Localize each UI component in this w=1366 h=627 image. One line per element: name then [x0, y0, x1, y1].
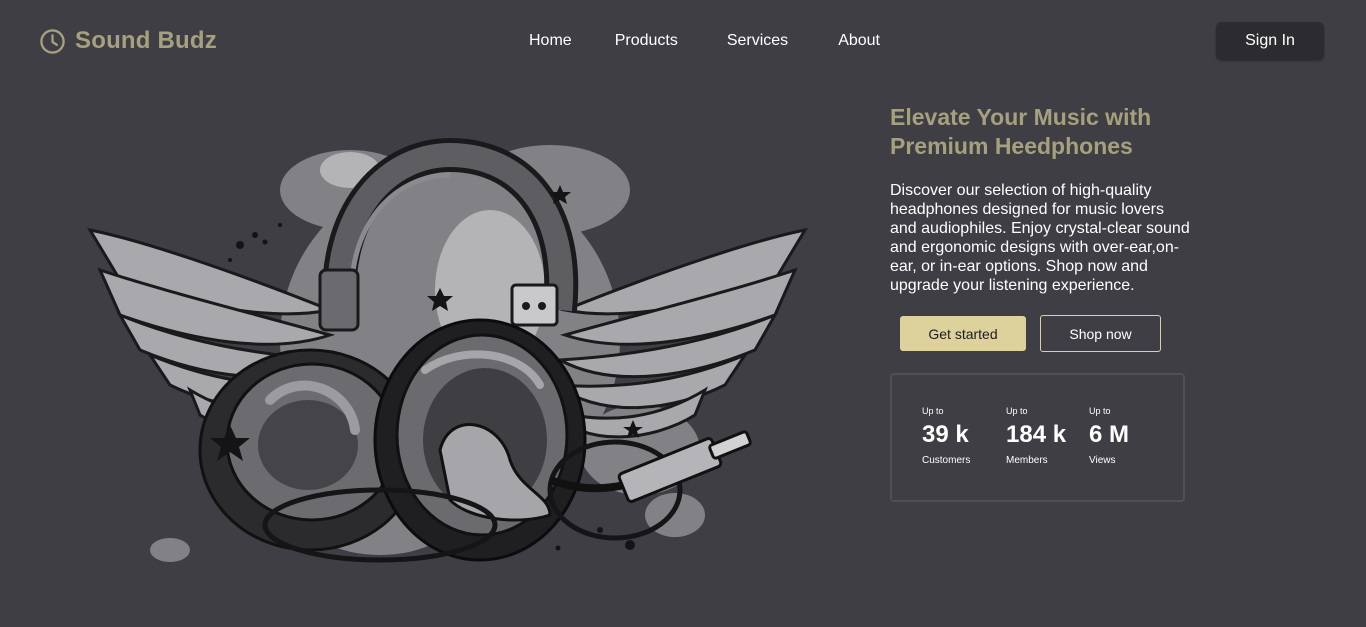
stat-value: 39 k	[922, 421, 969, 448]
nav-services-link[interactable]: Services	[727, 31, 788, 51]
nav-about-link[interactable]: About	[838, 31, 880, 51]
brand-name: Sound Budz	[75, 27, 217, 54]
stat-prefix: Up to	[1089, 406, 1111, 416]
stat-prefix: Up to	[1006, 406, 1028, 416]
clock-icon	[39, 28, 66, 55]
stat-label: Views	[1089, 455, 1116, 466]
stat-customers: Up to 39 k Customers	[922, 406, 970, 467]
hero-headline: Elevate Your Music with Premium Heedphon…	[890, 104, 1152, 159]
stat-label: Members	[1006, 455, 1048, 466]
shop-now-button[interactable]: Shop now	[1040, 315, 1161, 352]
nav-home-link[interactable]: Home	[529, 31, 572, 51]
nav-products-link[interactable]: Products	[615, 31, 678, 51]
stat-prefix: Up to	[922, 406, 944, 416]
main-nav: Home Products Services About	[529, 31, 880, 51]
hero-description: Discover our selection of high-quality h…	[890, 182, 1190, 294]
hero-image	[80, 120, 815, 590]
stat-value: 184 k	[1006, 421, 1067, 448]
landing-page: Sound Budz Home Products Services About …	[0, 0, 1366, 627]
get-started-button[interactable]: Get started	[900, 316, 1026, 351]
stat-views: Up to 6 M Views	[1089, 406, 1129, 467]
stat-members: Up to 184 k Members	[1006, 406, 1066, 467]
brand-logo[interactable]: Sound Budz	[39, 27, 217, 55]
sign-in-button[interactable]: Sign In	[1216, 22, 1324, 60]
stat-label: Customers	[922, 455, 971, 466]
stat-value: 6 M	[1089, 421, 1130, 448]
stats-card: Up to 39 k Customers Up to 184 k Members…	[890, 373, 1185, 502]
